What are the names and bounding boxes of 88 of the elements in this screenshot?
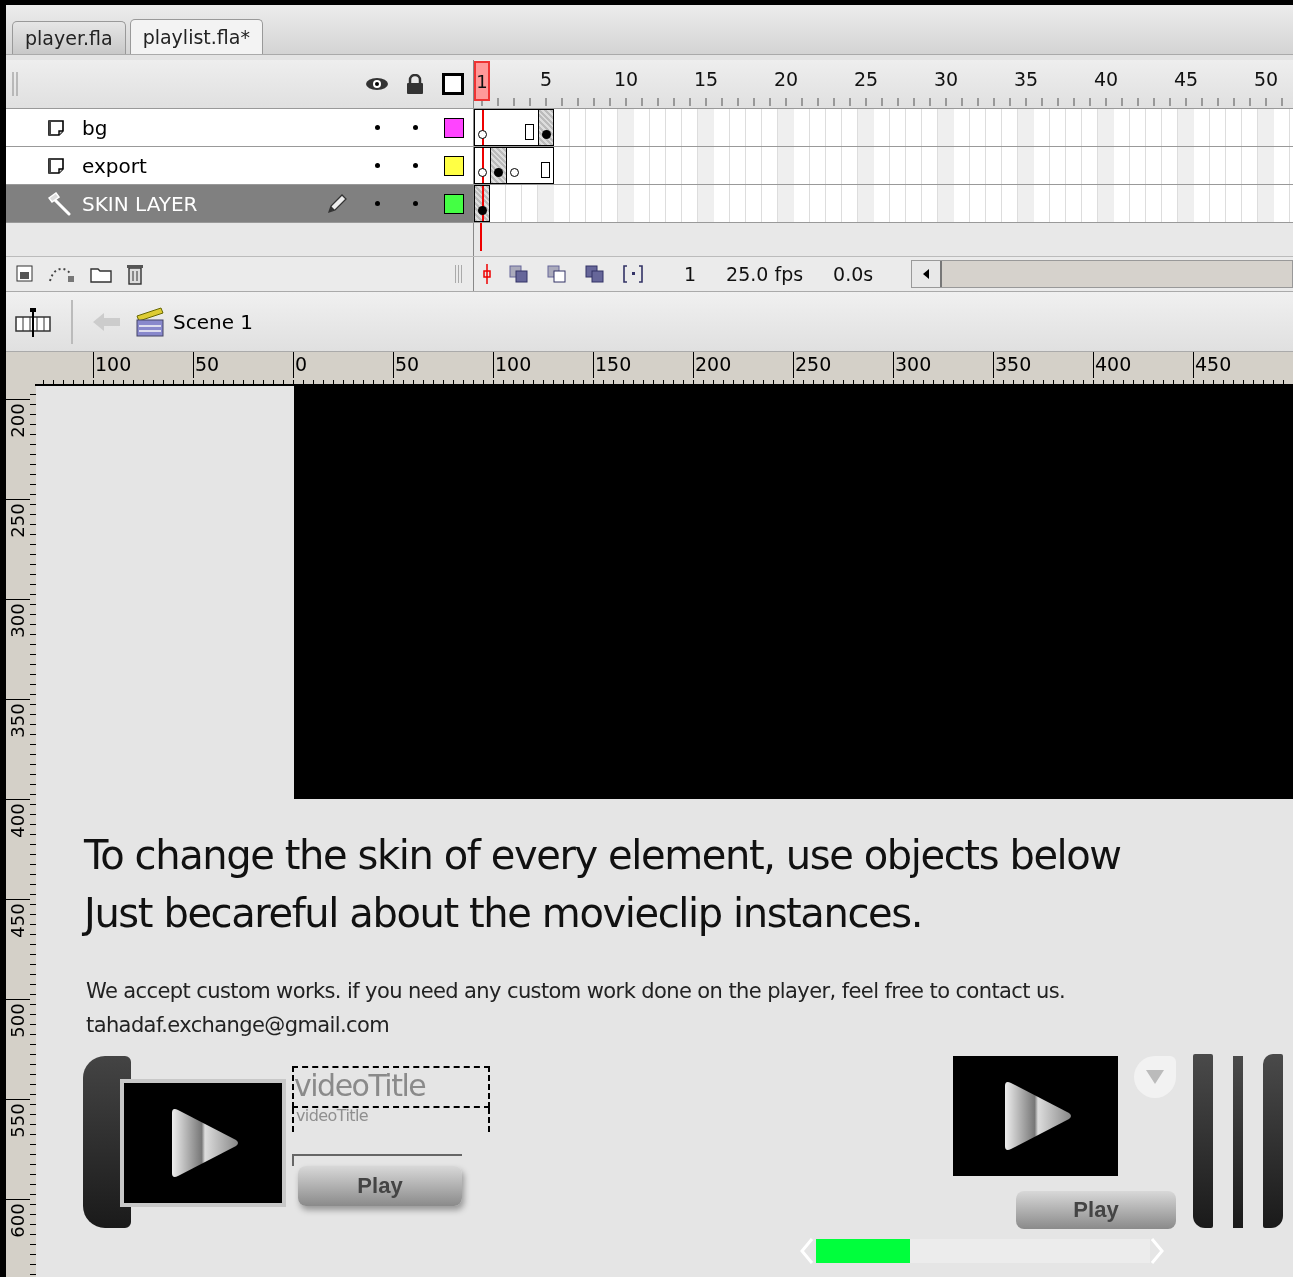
lock-dot[interactable] bbox=[413, 163, 418, 168]
ruler-label: 300 bbox=[6, 602, 28, 639]
ruler-label: 500 bbox=[6, 1002, 28, 1039]
lock-dot[interactable] bbox=[413, 201, 418, 206]
scene-name[interactable]: Scene 1 bbox=[173, 309, 254, 334]
layer-name: SKIN LAYER bbox=[82, 191, 198, 216]
frame-cell[interactable] bbox=[490, 147, 506, 184]
layer-color-swatch[interactable] bbox=[444, 155, 464, 176]
ruler-label: 250 bbox=[793, 352, 893, 378]
ruler-label: 150 bbox=[593, 352, 693, 378]
elapsed-time: 0.0s bbox=[833, 263, 874, 285]
lock-dot[interactable] bbox=[413, 125, 418, 130]
pencil-icon[interactable] bbox=[326, 193, 348, 215]
left-arrow-icon bbox=[923, 269, 930, 279]
ruler-label: 200 bbox=[693, 352, 793, 378]
frame-number: 15 bbox=[693, 68, 719, 90]
ruler-label: 350 bbox=[6, 702, 28, 739]
ruler-label: 50 bbox=[393, 352, 493, 378]
frame-cell[interactable] bbox=[538, 109, 554, 146]
frame-number: 30 bbox=[933, 68, 959, 90]
ruler-label: 450 bbox=[1193, 352, 1293, 378]
frame-number: 35 bbox=[1013, 68, 1039, 90]
playhead-line bbox=[480, 223, 482, 251]
folder-icon[interactable] bbox=[90, 265, 112, 283]
ruler-label: 250 bbox=[6, 502, 28, 539]
scroll-left-button[interactable] bbox=[912, 261, 943, 287]
ruler-label: 400 bbox=[6, 802, 28, 839]
email-text: tahadaf.exchange@gmail.com bbox=[86, 1012, 391, 1039]
document-tab[interactable]: playlist.fla* bbox=[129, 19, 263, 54]
onion-outline-icon[interactable] bbox=[546, 264, 568, 284]
frame-rate: 25.0 fps bbox=[726, 263, 804, 285]
ruler-label: 550 bbox=[6, 1102, 28, 1139]
timeline-toggle-icon[interactable] bbox=[15, 306, 51, 337]
layer-color-swatch[interactable] bbox=[444, 193, 464, 214]
frame-number: 45 bbox=[1173, 68, 1199, 90]
frame-cell[interactable] bbox=[474, 109, 490, 146]
trash-icon[interactable] bbox=[126, 263, 144, 285]
play-button[interactable]: Play bbox=[1016, 1191, 1176, 1229]
frame-number: 10 bbox=[613, 68, 639, 90]
edit-frames-icon[interactable] bbox=[584, 264, 606, 284]
document-tab[interactable]: player.fla bbox=[12, 21, 126, 54]
hammer-icon bbox=[46, 191, 72, 216]
ruler-label: 100 bbox=[493, 352, 593, 378]
frame-cell[interactable] bbox=[474, 147, 490, 184]
motion-guide-icon[interactable] bbox=[48, 265, 76, 283]
center-frame-icon[interactable] bbox=[482, 263, 492, 285]
layer-icon bbox=[46, 155, 66, 176]
layer-name: bg bbox=[82, 115, 108, 140]
onion-skin-icon[interactable] bbox=[508, 264, 530, 284]
layer-color-swatch[interactable] bbox=[444, 117, 464, 138]
frame-cell[interactable] bbox=[538, 147, 554, 184]
layer-row[interactable]: export bbox=[6, 147, 473, 184]
layer-name: export bbox=[82, 153, 147, 178]
horizontal-scrollbar[interactable] bbox=[911, 260, 1293, 288]
current-frame: 1 bbox=[684, 263, 697, 285]
note-text: We accept custom works. if you need any custom work done on the player, feel free to contact us. bbox=[86, 978, 1066, 1005]
ruler-label: 400 bbox=[1093, 352, 1193, 378]
onion-markers-icon[interactable] bbox=[622, 264, 644, 284]
visibility-dot[interactable] bbox=[375, 163, 380, 168]
ruler-label: 300 bbox=[893, 352, 993, 378]
grip-handle[interactable] bbox=[12, 72, 18, 96]
scene-clapper-icon[interactable] bbox=[135, 305, 165, 338]
ruler-label: 350 bbox=[993, 352, 1093, 378]
heading-line: To change the skin of every element, use objects below bbox=[84, 831, 1121, 880]
selected-layer-row[interactable]: SKIN LAYER bbox=[6, 185, 473, 222]
visibility-dot[interactable] bbox=[375, 125, 380, 130]
frame-number: 20 bbox=[773, 68, 799, 90]
layer-row[interactable]: bg bbox=[6, 109, 473, 146]
frame-number: 50 bbox=[1253, 68, 1279, 90]
frame-cell[interactable] bbox=[522, 109, 538, 146]
new-layer-icon[interactable] bbox=[16, 265, 34, 283]
ruler-label: 450 bbox=[6, 902, 28, 939]
frame-number: 5 bbox=[539, 68, 553, 90]
visibility-dot[interactable] bbox=[375, 201, 380, 206]
ruler-label: 0 bbox=[293, 352, 393, 378]
frame-cell[interactable] bbox=[474, 185, 490, 222]
frame-cell[interactable] bbox=[506, 147, 522, 184]
ruler-label: 600 bbox=[6, 1202, 28, 1239]
layer-icon bbox=[46, 117, 66, 138]
frame-number: 40 bbox=[1093, 68, 1119, 90]
play-button[interactable]: Play bbox=[298, 1166, 462, 1206]
heading-line: Just becareful about the movieclip instances. bbox=[84, 889, 923, 938]
triangle-down-icon bbox=[1146, 1070, 1164, 1084]
ruler-label: 200 bbox=[6, 402, 28, 439]
ruler-label: 50 bbox=[193, 352, 293, 378]
frame-number: 25 bbox=[853, 68, 879, 90]
ruler-label: 100 bbox=[93, 352, 193, 378]
playhead[interactable]: 1 bbox=[474, 61, 490, 101]
